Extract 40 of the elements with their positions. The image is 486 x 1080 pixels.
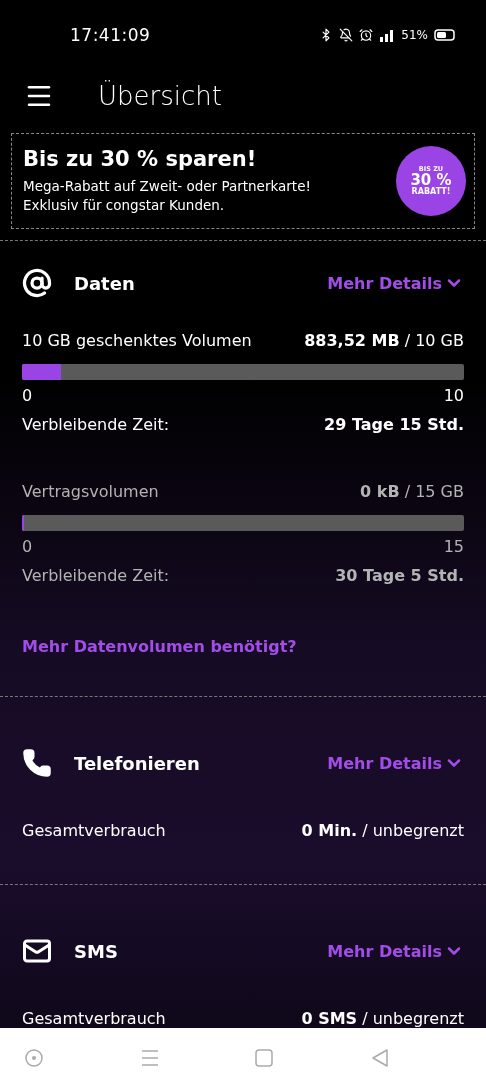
volume-value: 883,52 MB / 10 GB (304, 331, 464, 350)
at-icon (22, 268, 52, 298)
promo-title: Bis zu 30 % sparen! (23, 147, 258, 171)
alarm-icon (359, 28, 374, 42)
badge-text: 30 % (410, 172, 452, 188)
volume-label: Vertragsvolumen (22, 482, 159, 501)
section-title: Daten (74, 272, 136, 294)
details-link[interactable]: Mehr Details (327, 273, 464, 293)
details-link[interactable]: Mehr Details (327, 753, 464, 773)
scale-max: 10 (443, 386, 464, 405)
section-title: SMS (74, 940, 119, 962)
volume-value: 0 kB / 15 GB (360, 482, 464, 501)
section-title: Telefonieren (74, 752, 201, 774)
usage-label: Gesamtverbrauch (22, 1009, 166, 1028)
status-time: 17:41:09 (70, 25, 151, 45)
page-title: Übersicht (98, 81, 222, 111)
battery-icon (434, 29, 456, 41)
promo-text: Mega-Rabatt auf Zweit- oder Partnerkarte! Exklusiv für congstar Kunden. (23, 177, 311, 215)
usage-value: 0 SMS / unbegrenzt (301, 1009, 464, 1028)
remaining-label: Verbleibende Zeit: (22, 566, 170, 585)
scale-max: 15 (443, 537, 464, 556)
scale-min: 0 (22, 386, 33, 405)
battery-percent: 51% (401, 28, 428, 42)
remaining-time: 29 Tage 15 Std. (324, 415, 464, 434)
home-icon[interactable] (255, 1049, 273, 1067)
more-data-link[interactable]: Mehr Datenvolumen benötigt? (22, 637, 464, 696)
badge-text: RABATT! (411, 187, 451, 196)
volume-label: 10 GB geschenktes Volumen (22, 331, 252, 350)
bell-off-icon (339, 28, 354, 42)
remaining-label: Verbleibende Zeit: (22, 415, 170, 434)
back-icon[interactable] (370, 1048, 389, 1068)
signal-icon (379, 28, 396, 42)
recents-icon[interactable] (139, 1049, 160, 1067)
usage-label: Gesamtverbrauch (22, 821, 166, 840)
remaining-time: 30 Tage 5 Std. (335, 566, 464, 585)
details-link[interactable]: Mehr Details (327, 941, 464, 961)
phone-icon (22, 748, 52, 778)
assistant-icon[interactable] (24, 1048, 44, 1068)
usage-value: 0 Min. / unbegrenzt (301, 821, 464, 840)
scale-min: 0 (22, 537, 33, 556)
